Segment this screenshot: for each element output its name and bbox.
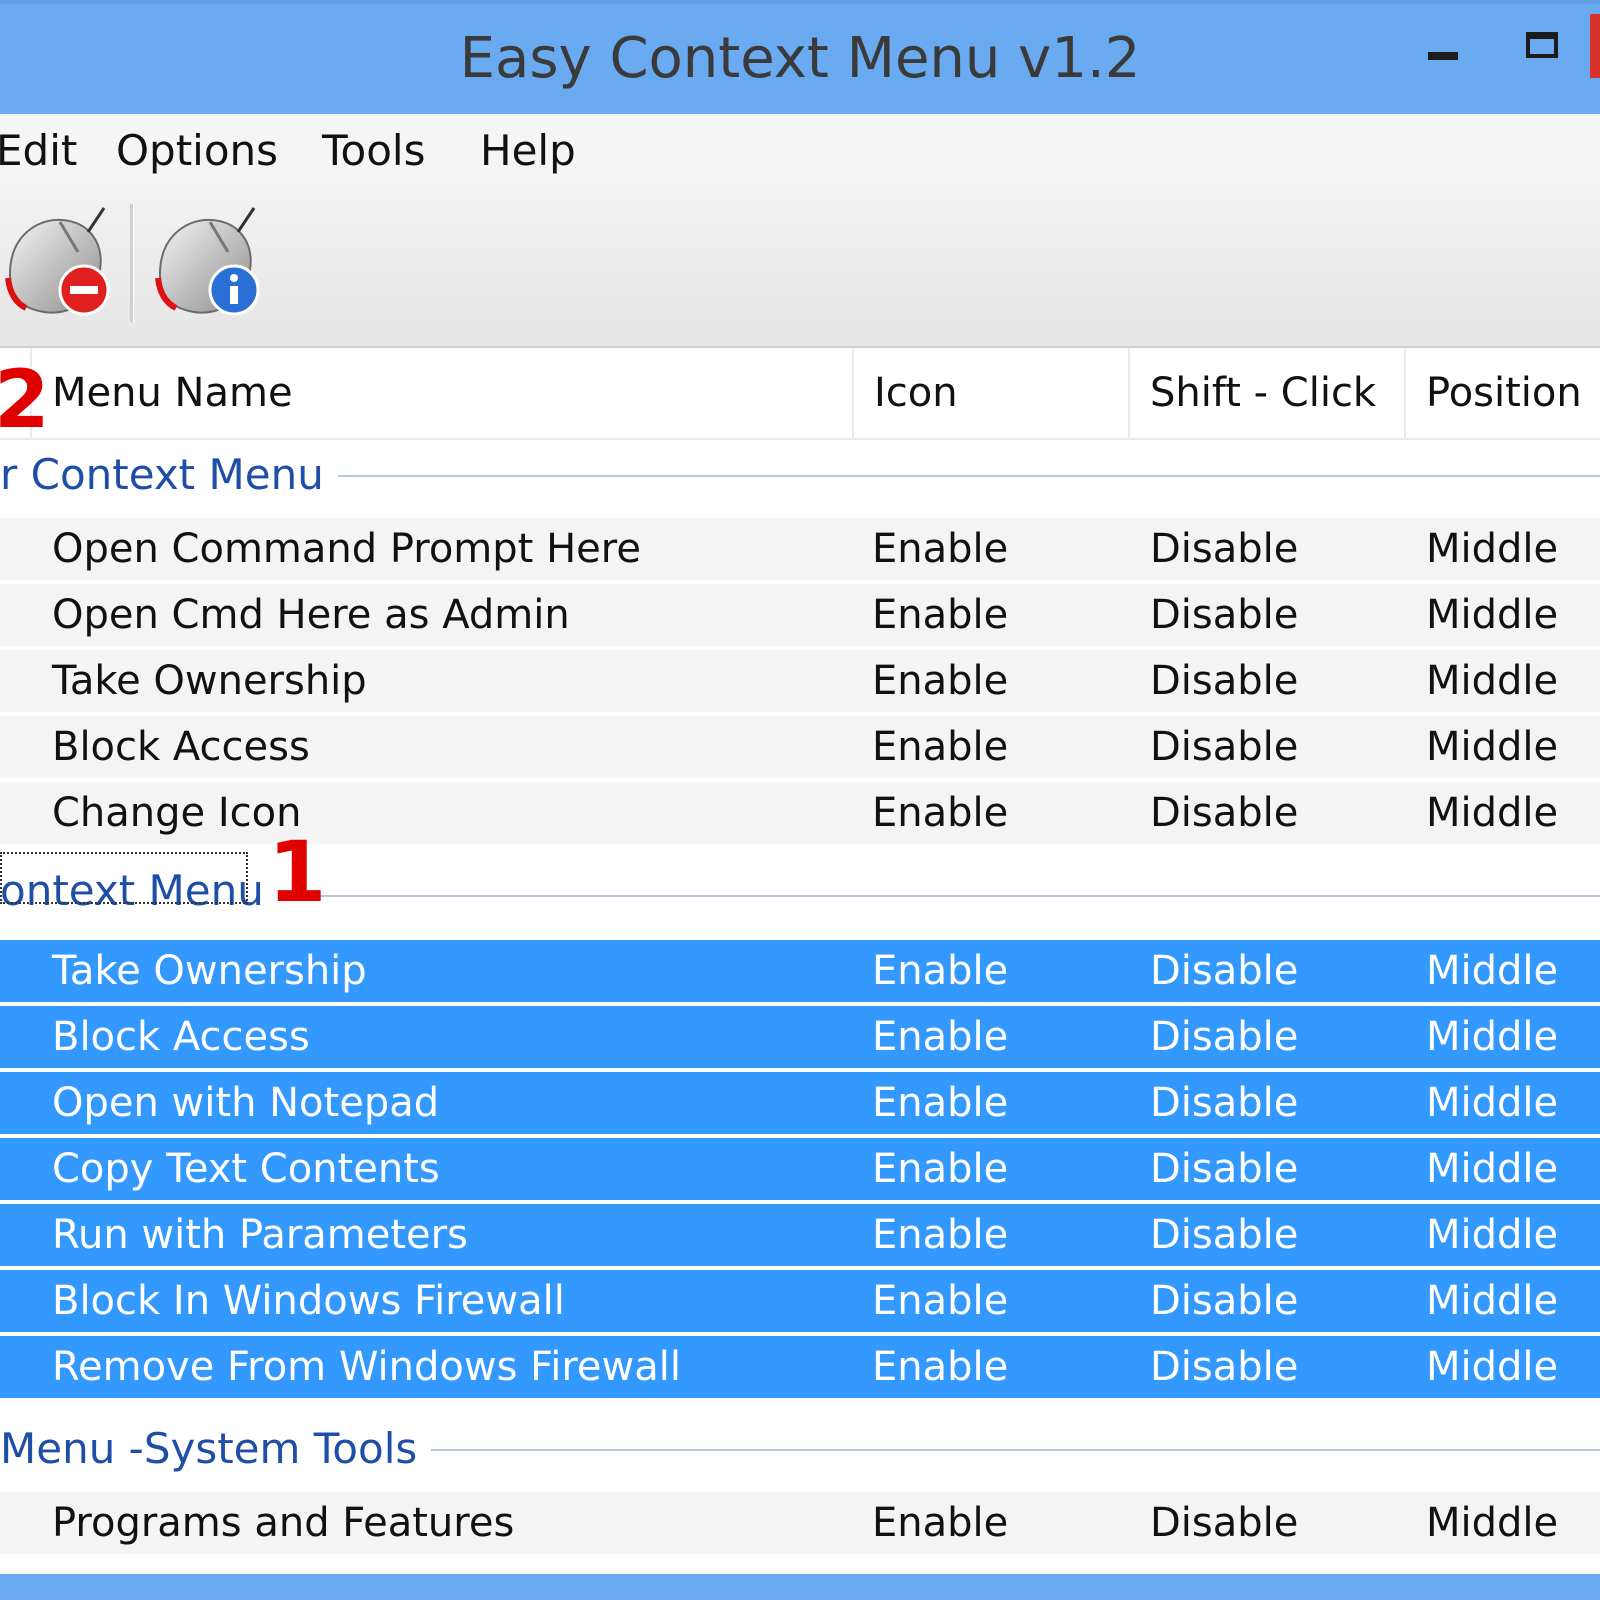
row-position: Middle xyxy=(1426,1500,1559,1546)
row-icon: Enable xyxy=(872,724,1009,770)
table-row[interactable]: Copy Text Contents Enable Disable Middle xyxy=(0,1138,1600,1200)
row-shift-click: Disable xyxy=(1150,1278,1299,1324)
table-row[interactable]: Run with Parameters Enable Disable Middl… xyxy=(0,1204,1600,1266)
table-row[interactable]: Open Cmd Here as Admin Enable Disable Mi… xyxy=(0,584,1600,646)
row-name: Open Command Prompt Here xyxy=(52,526,641,572)
table-row[interactable]: Open with Notepad Enable Disable Middle xyxy=(0,1072,1600,1134)
table-row[interactable]: Take Ownership Enable Disable Middle xyxy=(0,650,1600,712)
menu-help[interactable]: Help xyxy=(480,126,576,175)
row-position: Middle xyxy=(1426,526,1559,572)
group-header[interactable]: Menu -System Tools xyxy=(0,1414,1600,1484)
table-row[interactable]: Remove From Windows Firewall Enable Disa… xyxy=(0,1336,1600,1398)
column-menu-name[interactable]: Menu Name xyxy=(30,348,852,438)
row-icon: Enable xyxy=(872,1014,1009,1060)
row-shift-click: Disable xyxy=(1150,948,1299,994)
row-position: Middle xyxy=(1426,592,1559,638)
row-icon: Enable xyxy=(872,658,1009,704)
group-title: Menu -System Tools xyxy=(0,1414,432,1484)
row-name: Open with Notepad xyxy=(52,1080,440,1126)
annotation-marker-2: 2 xyxy=(0,353,50,446)
row-name: Open Cmd Here as Admin xyxy=(52,592,570,638)
row-icon: Enable xyxy=(872,526,1009,572)
row-name: Remove From Windows Firewall xyxy=(52,1344,681,1390)
group-divider xyxy=(312,475,1600,477)
column-position[interactable]: Position xyxy=(1404,348,1600,438)
row-shift-click: Disable xyxy=(1150,1014,1299,1060)
row-position: Middle xyxy=(1426,658,1559,704)
row-icon: Enable xyxy=(872,1344,1009,1390)
focus-rectangle xyxy=(0,852,248,904)
group-divider xyxy=(392,1449,1600,1451)
menu-info-button[interactable] xyxy=(150,204,270,324)
row-shift-click: Disable xyxy=(1150,1146,1299,1192)
group-divider xyxy=(318,895,1600,897)
table-row[interactable]: Take Ownership Enable Disable Middle xyxy=(0,940,1600,1002)
annotation-marker-1: 1 xyxy=(268,823,327,921)
row-position: Middle xyxy=(1426,1344,1559,1390)
row-position: Middle xyxy=(1426,1278,1559,1324)
row-position: Middle xyxy=(1426,1212,1559,1258)
toolbar xyxy=(0,184,1600,348)
row-name: Run with Parameters xyxy=(52,1212,468,1258)
row-icon: Enable xyxy=(872,948,1009,994)
row-position: Middle xyxy=(1426,724,1559,770)
row-icon: Enable xyxy=(872,1080,1009,1126)
row-shift-click: Disable xyxy=(1150,526,1299,572)
row-name: Take Ownership xyxy=(52,948,367,994)
table-row[interactable]: Programs and Features Enable Disable Mid… xyxy=(0,1492,1600,1554)
row-icon: Enable xyxy=(872,1212,1009,1258)
row-shift-click: Disable xyxy=(1150,1080,1299,1126)
mouse-info-icon xyxy=(155,207,260,316)
row-shift-click: Disable xyxy=(1150,790,1299,836)
group-header[interactable]: r Context Menu xyxy=(0,440,1600,510)
row-shift-click: Disable xyxy=(1150,1212,1299,1258)
column-header: Menu Name Icon Shift - Click Position xyxy=(0,348,1600,440)
group-title: r Context Menu xyxy=(0,440,338,510)
row-shift-click: Disable xyxy=(1150,1344,1299,1390)
row-position: Middle xyxy=(1426,1080,1559,1126)
menu-options[interactable]: Options xyxy=(116,126,278,175)
row-name: Block Access xyxy=(52,724,310,770)
row-shift-click: Disable xyxy=(1150,592,1299,638)
row-icon: Enable xyxy=(872,790,1009,836)
row-icon: Enable xyxy=(872,592,1009,638)
row-icon: Enable xyxy=(872,1500,1009,1546)
window-title: Easy Context Menu v1.2 xyxy=(459,26,1141,91)
row-shift-click: Disable xyxy=(1150,1500,1299,1546)
minimize-icon[interactable] xyxy=(1428,52,1458,60)
table-row[interactable]: Block In Windows Firewall Enable Disable… xyxy=(0,1270,1600,1332)
row-position: Middle xyxy=(1426,790,1559,836)
mouse-remove-icon xyxy=(5,207,110,316)
remove-menu-button[interactable] xyxy=(0,204,120,324)
table-row[interactable]: Block Access Enable Disable Middle xyxy=(0,716,1600,778)
row-shift-click: Disable xyxy=(1150,658,1299,704)
row-position: Middle xyxy=(1426,1014,1559,1060)
table-row[interactable]: Change Icon Enable Disable Middle xyxy=(0,782,1600,844)
row-name: Programs and Features xyxy=(52,1500,515,1546)
table-row[interactable]: Open Command Prompt Here Enable Disable … xyxy=(0,518,1600,580)
row-shift-click: Disable xyxy=(1150,724,1299,770)
row-name: Block Access xyxy=(52,1014,310,1060)
menu-tools[interactable]: Tools xyxy=(322,126,425,175)
title-bar[interactable]: Easy Context Menu v1.2 xyxy=(0,0,1600,114)
row-icon: Enable xyxy=(872,1278,1009,1324)
row-position: Middle xyxy=(1426,1146,1559,1192)
column-shift-click[interactable]: Shift - Click xyxy=(1128,348,1404,438)
menu-edit[interactable]: Edit xyxy=(0,126,77,175)
row-name: Take Ownership xyxy=(52,658,367,704)
maximize-icon[interactable] xyxy=(1526,32,1558,58)
close-icon[interactable] xyxy=(1590,14,1600,78)
row-icon: Enable xyxy=(872,1146,1009,1192)
toolbar-separator xyxy=(130,204,134,322)
window-bottom-border xyxy=(0,1574,1600,1600)
row-name: Copy Text Contents xyxy=(52,1146,440,1192)
row-name: Block In Windows Firewall xyxy=(52,1278,565,1324)
menu-bar: Edit Options Tools Help xyxy=(0,114,1600,184)
row-name: Change Icon xyxy=(52,790,302,836)
row-position: Middle xyxy=(1426,948,1559,994)
table-row[interactable]: Block Access Enable Disable Middle xyxy=(0,1006,1600,1068)
column-icon[interactable]: Icon xyxy=(852,348,1128,438)
